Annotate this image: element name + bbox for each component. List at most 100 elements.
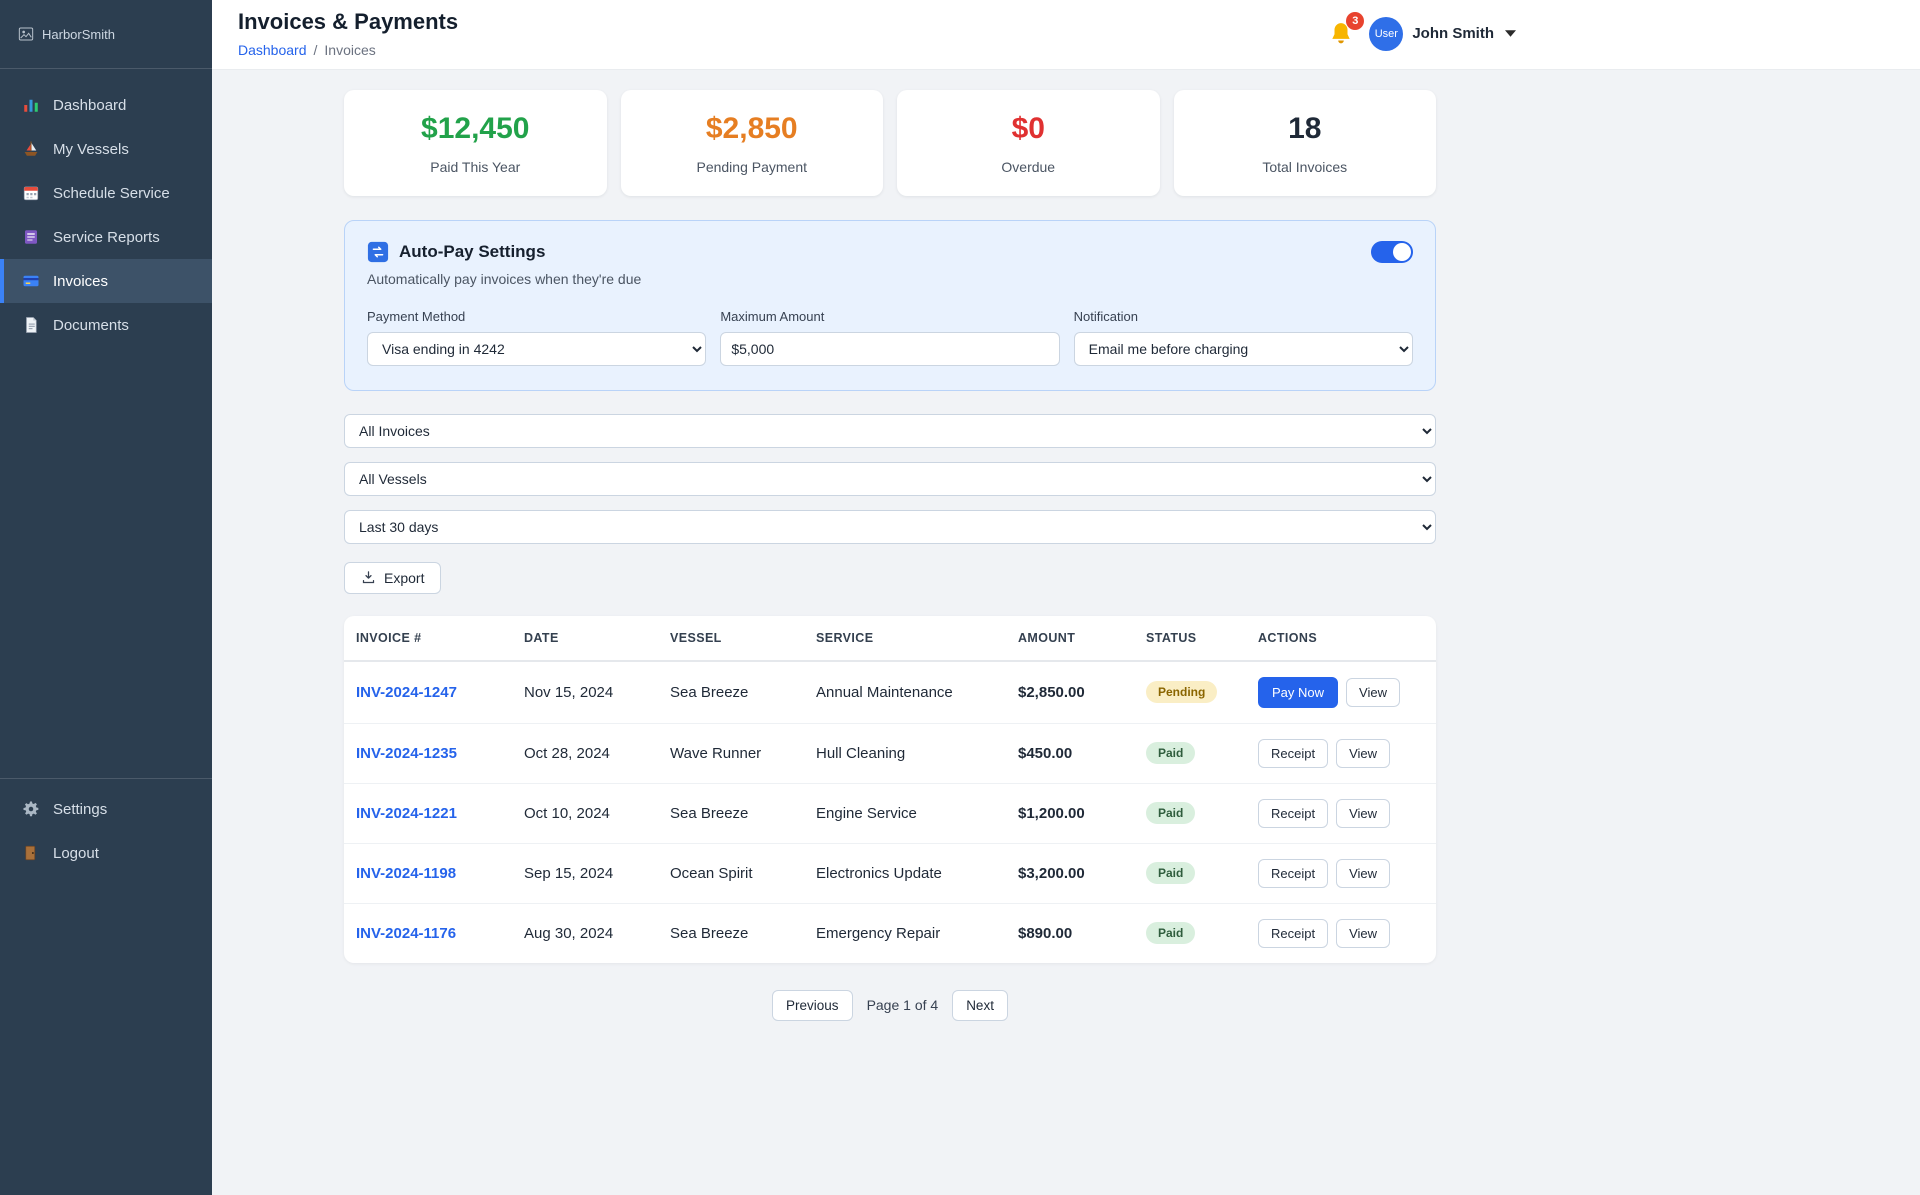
invoice-table: INVOICE # DATE VESSEL SERVICE AMOUNT STATUS AC… xyxy=(344,615,1436,963)
stat-label: Pending Payment xyxy=(696,158,808,175)
invoice-date: Nov 15, 2024 xyxy=(512,660,658,724)
status-badge: Paid xyxy=(1146,802,1196,824)
invoice-amount: $890.00 xyxy=(1018,924,1073,942)
sidebar-item-service-reports[interactable]: Service Reports xyxy=(0,215,212,259)
receipt-button[interactable]: Receipt xyxy=(1258,918,1329,948)
sidebar-item-documents[interactable]: Documents xyxy=(0,303,212,347)
stat-value: $12,450 xyxy=(421,112,530,145)
sidebar-nav: Dashboard My Vessels Schedule Service Se… xyxy=(0,69,212,347)
invoice-vessel: Sea Breeze xyxy=(658,660,804,724)
broken-image-icon xyxy=(18,26,34,42)
autopay-icon xyxy=(367,241,389,263)
invoice-service: Annual Maintenance xyxy=(804,660,1006,724)
invoice-date: Oct 10, 2024 xyxy=(512,783,658,844)
sidebar-item-label: Settings xyxy=(53,800,108,818)
notification-badge: 3 xyxy=(1346,11,1365,30)
invoice-amount: $2,850.00 xyxy=(1006,660,1134,724)
topbar: Invoices & Payments Dashboard / Invoices… xyxy=(212,0,1920,70)
invoice-link[interactable]: INV-2024-1247 xyxy=(356,684,457,701)
invoice-link[interactable]: INV-2024-1235 xyxy=(356,745,457,762)
invoice-actions: Receipt View xyxy=(1246,843,1436,904)
sidebar-item-label: My Vessels xyxy=(53,140,129,158)
content: $12,450 Paid This Year $2,850 Pending Pa… xyxy=(212,70,1920,1081)
invoice-link[interactable]: INV-2024-1176 xyxy=(356,925,456,942)
column-header-invoice: INVOICE # xyxy=(344,615,512,662)
stat-label: Overdue xyxy=(1001,158,1056,175)
breadcrumb-link-dashboard[interactable]: Dashboard xyxy=(238,42,307,58)
invoice-amount: $1,200.00 xyxy=(1006,783,1134,844)
stat-label: Paid This Year xyxy=(430,158,521,175)
status-badge: Paid xyxy=(1146,862,1196,884)
receipt-button[interactable]: Receipt xyxy=(1258,798,1329,828)
table-row: INV-2024-1247 Nov 15, 2024 Sea Breeze An… xyxy=(344,660,1436,724)
export-button[interactable]: Export xyxy=(344,561,442,594)
invoice-status-filter[interactable]: All Invoices xyxy=(344,413,1436,448)
view-button[interactable]: View xyxy=(1346,677,1400,707)
sidebar-item-settings[interactable]: Settings xyxy=(0,787,212,831)
vessel-filter[interactable]: All Vessels xyxy=(344,461,1436,496)
user-name: John Smith xyxy=(1412,25,1494,42)
table-row: INV-2024-1221 Oct 10, 2024 Sea Breeze En… xyxy=(344,783,1436,844)
sidebar-item-label: Logout xyxy=(53,844,99,862)
sidebar-item-my-vessels[interactable]: My Vessels xyxy=(0,127,212,171)
previous-button[interactable]: Previous xyxy=(772,989,853,1021)
notification-select[interactable]: Email me before charging xyxy=(1073,331,1413,366)
notifications-button[interactable]: 3 xyxy=(1326,11,1365,49)
invoice-vessel: Ocean Spirit xyxy=(658,843,804,904)
invoice-service: Hull Cleaning xyxy=(804,723,1006,784)
sidebar-item-invoices[interactable]: Invoices xyxy=(0,259,212,303)
autopay-panel: Auto-Pay Settings Automatically pay invo… xyxy=(344,219,1436,391)
stat-card-total-invoices: 18 Total Invoices xyxy=(1173,90,1436,196)
invoice-vessel: Sea Breeze xyxy=(670,924,749,942)
payment-method-select[interactable]: Visa ending in 4242 xyxy=(367,331,707,366)
breadcrumb-current: Invoices xyxy=(324,42,376,58)
autopay-field-notification: Notification Email me before charging xyxy=(1073,308,1413,366)
receipt-button[interactable]: Receipt xyxy=(1258,858,1329,888)
sidebar-item-label: Invoices xyxy=(53,272,109,290)
view-button[interactable]: View xyxy=(1336,858,1391,888)
stats-cards: $12,450 Paid This Year $2,850 Pending Pa… xyxy=(344,90,1436,196)
invoice-actions: Receipt View xyxy=(1246,783,1436,844)
receipt-button[interactable]: Receipt xyxy=(1258,738,1329,768)
view-button[interactable]: View xyxy=(1336,918,1391,948)
autopay-toggle[interactable] xyxy=(1371,240,1413,263)
invoice-date: Oct 28, 2024 xyxy=(512,723,658,784)
autopay-header: Auto-Pay Settings xyxy=(367,240,1413,263)
autopay-field-payment-method: Payment Method Visa ending in 4242 xyxy=(367,309,707,366)
chevron-down-icon xyxy=(1505,29,1516,38)
pagination: Previous Page 1 of 4 Next xyxy=(344,989,1436,1021)
invoice-link[interactable]: INV-2024-1198 xyxy=(356,865,456,882)
sidebar-item-schedule-service[interactable]: Schedule Service xyxy=(0,171,212,215)
report-icon xyxy=(22,228,40,246)
field-label: Maximum Amount xyxy=(720,308,825,324)
document-icon xyxy=(22,316,40,334)
invoice-actions: Pay Now View xyxy=(1246,660,1436,724)
column-header-status: STATUS xyxy=(1134,615,1246,662)
table-row: INV-2024-1235 Oct 28, 2024 Wave Runner H… xyxy=(344,723,1436,784)
door-icon xyxy=(22,844,40,862)
view-button[interactable]: View xyxy=(1336,738,1391,768)
maximum-amount-input[interactable] xyxy=(720,331,1060,366)
date-range-filter[interactable]: Last 30 days xyxy=(344,509,1436,544)
autopay-subtitle: Automatically pay invoices when they're … xyxy=(367,270,642,287)
breadcrumb: Dashboard / Invoices xyxy=(238,42,458,58)
stat-value: $0 xyxy=(1011,112,1045,145)
column-header-vessel: VESSEL xyxy=(658,615,804,662)
invoice-icon xyxy=(22,272,40,290)
user-menu[interactable]: User John Smith xyxy=(1369,16,1516,51)
status-badge: Paid xyxy=(1146,742,1196,764)
filters: All Invoices All Vessels Last 30 days xyxy=(344,413,1436,544)
view-button[interactable]: View xyxy=(1336,798,1391,828)
pay-now-button[interactable]: Pay Now xyxy=(1258,676,1339,708)
invoice-link[interactable]: INV-2024-1221 xyxy=(356,805,457,822)
sidebar-item-dashboard[interactable]: Dashboard xyxy=(0,83,212,127)
sidebar: HarborSmith Dashboard My Vessels Schedul… xyxy=(0,0,212,1195)
autopay-title: Auto-Pay Settings xyxy=(399,241,546,261)
invoice-amount: $3,200.00 xyxy=(1006,843,1134,904)
vessel-icon xyxy=(22,140,40,158)
field-label: Notification xyxy=(1073,308,1138,324)
invoice-date: Sep 15, 2024 xyxy=(512,843,658,904)
sidebar-item-logout[interactable]: Logout xyxy=(0,831,212,875)
stat-value: $2,850 xyxy=(705,112,798,145)
next-button[interactable]: Next xyxy=(952,989,1008,1021)
